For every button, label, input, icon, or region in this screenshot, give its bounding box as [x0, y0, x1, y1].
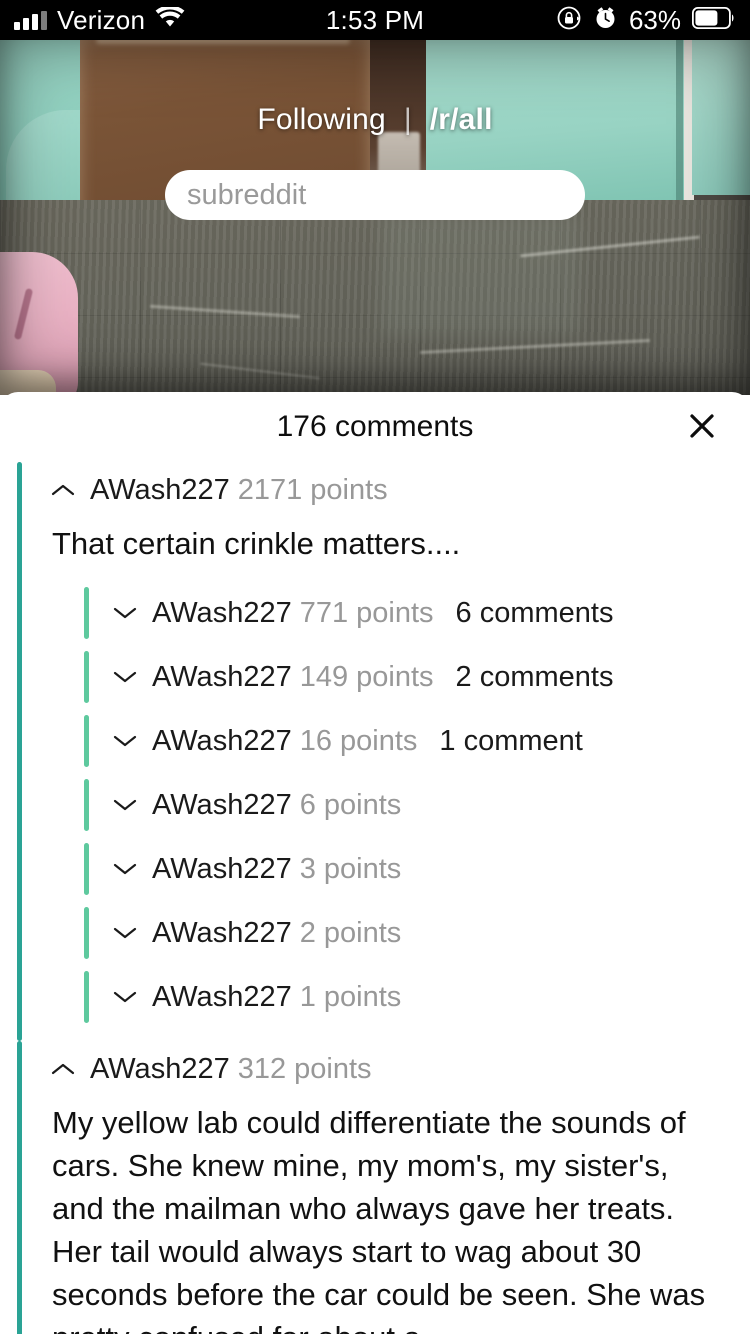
- close-button[interactable]: [680, 405, 724, 449]
- comments-sheet: 176 comments AWash227 2171 points That c…: [0, 392, 750, 1334]
- chevron-down-icon[interactable]: [112, 670, 138, 684]
- reply-item[interactable]: AWash227 149 points 2 comments: [50, 645, 750, 709]
- reply-points: 771 points: [299, 596, 434, 629]
- reply-item[interactable]: AWash227 16 points 1 comment: [50, 709, 750, 773]
- status-bar-clock: 1:53 PM: [325, 4, 425, 35]
- reply-author[interactable]: AWash227: [152, 981, 292, 1014]
- chevron-down-icon[interactable]: [112, 990, 138, 1004]
- reply-item[interactable]: AWash227 771 points 6 comments: [50, 581, 750, 645]
- reply-header[interactable]: AWash227 149 points 2 comments: [84, 645, 750, 709]
- thread-line[interactable]: [17, 462, 22, 1041]
- comment-list: AWash227 2171 points That certain crinkl…: [0, 462, 750, 1334]
- comment-content: AWash227 312 points My yellow lab could …: [17, 1041, 750, 1334]
- reply-author[interactable]: AWash227: [152, 853, 292, 886]
- chevron-up-icon[interactable]: [50, 483, 76, 497]
- comments-sheet-header: 176 comments: [0, 392, 750, 462]
- reply-points: 149 points: [299, 660, 434, 693]
- reply-points: 16 points: [299, 724, 418, 757]
- reply-comment-count: 6 comments: [455, 596, 614, 629]
- status-bar: Verizon 1:53 PM 63%: [0, 0, 750, 40]
- reply-thread-line[interactable]: [84, 587, 89, 639]
- comment-points: 312 points: [237, 1052, 372, 1085]
- chevron-down-icon[interactable]: [112, 606, 138, 620]
- comment-content: AWash227 2171 points That certain crinkl…: [17, 462, 750, 1041]
- comment-points: 2171 points: [237, 473, 388, 506]
- close-icon: [687, 411, 717, 444]
- reply-author[interactable]: AWash227: [152, 725, 292, 758]
- subreddit-search-wrap: [165, 170, 585, 220]
- chevron-down-icon[interactable]: [112, 734, 138, 748]
- reply-points: 6 points: [299, 788, 402, 821]
- comment-body: That certain crinkle matters....: [52, 526, 461, 561]
- reply-item[interactable]: AWash227 1 points: [50, 965, 750, 1029]
- reply-thread-line[interactable]: [84, 651, 89, 703]
- reply-author[interactable]: AWash227: [152, 661, 292, 694]
- reply-author[interactable]: AWash227: [152, 917, 292, 950]
- reply-author[interactable]: AWash227: [152, 597, 292, 630]
- tab-r-all[interactable]: /r/all: [430, 103, 493, 137]
- chevron-up-icon[interactable]: [50, 1062, 76, 1076]
- reply-points: 1 points: [299, 980, 402, 1013]
- comment-author[interactable]: AWash227: [90, 1053, 230, 1086]
- reply-header[interactable]: AWash227 771 points 6 comments: [84, 581, 750, 645]
- reply-thread-line[interactable]: [84, 971, 89, 1023]
- tab-separator: |: [403, 103, 412, 136]
- comment-author[interactable]: AWash227: [90, 474, 230, 507]
- reply-item[interactable]: AWash227 3 points: [50, 837, 750, 901]
- feed-tabs: Following | /r/all: [0, 103, 750, 137]
- comment-thread: AWash227 312 points My yellow lab could …: [0, 1041, 750, 1334]
- reply-item[interactable]: AWash227 2 points: [50, 901, 750, 965]
- chevron-down-icon[interactable]: [112, 862, 138, 876]
- comments-count-title: 176 comments: [276, 410, 474, 443]
- reply-header[interactable]: AWash227 1 points: [84, 965, 750, 1029]
- reply-header[interactable]: AWash227 6 points: [84, 773, 750, 837]
- reply-comment-count: 1 comment: [439, 724, 583, 757]
- reply-list: AWash227 771 points 6 comments AWash227: [50, 581, 750, 1041]
- comment-body: My yellow lab could differentiate the so…: [52, 1105, 706, 1334]
- reply-header[interactable]: AWash227 2 points: [84, 901, 750, 965]
- thread-line[interactable]: [17, 1041, 22, 1334]
- reply-header[interactable]: AWash227 16 points 1 comment: [84, 709, 750, 773]
- chevron-down-icon[interactable]: [112, 926, 138, 940]
- chevron-down-icon[interactable]: [112, 798, 138, 812]
- reply-thread-line[interactable]: [84, 907, 89, 959]
- reply-header[interactable]: AWash227 3 points: [84, 837, 750, 901]
- reply-thread-line[interactable]: [84, 779, 89, 831]
- comment-header[interactable]: AWash227 2171 points: [50, 462, 750, 518]
- reply-thread-line[interactable]: [84, 715, 89, 767]
- tab-following[interactable]: Following: [257, 103, 386, 137]
- reply-author[interactable]: AWash227: [152, 789, 292, 822]
- reply-comment-count: 2 comments: [455, 660, 614, 693]
- reply-thread-line[interactable]: [84, 843, 89, 895]
- comment-thread: AWash227 2171 points That certain crinkl…: [0, 462, 750, 1041]
- reply-points: 2 points: [299, 916, 402, 949]
- reply-item[interactable]: AWash227 6 points: [50, 773, 750, 837]
- reply-points: 3 points: [299, 852, 402, 885]
- comment-header[interactable]: AWash227 312 points: [50, 1041, 750, 1097]
- subreddit-search-input[interactable]: [165, 170, 585, 220]
